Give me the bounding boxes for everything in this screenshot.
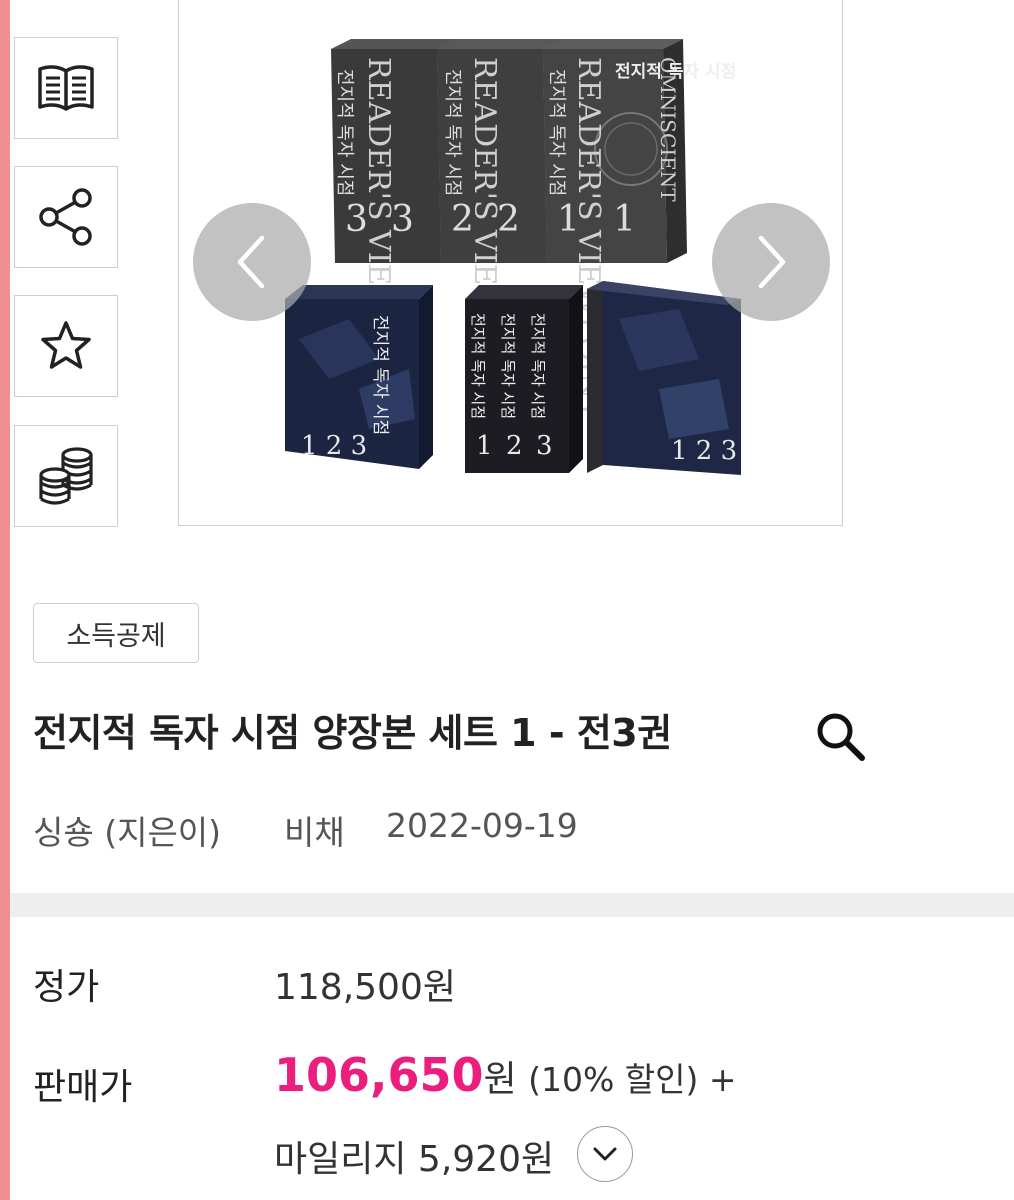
search-icon[interactable] <box>812 708 870 766</box>
svg-text:전지적 독자 시점: 전지적 독자 시점 <box>469 313 487 419</box>
svg-text:1 2 3: 1 2 3 <box>301 431 367 461</box>
left-edge-bar <box>0 0 10 1200</box>
svg-text:2: 2 <box>506 431 523 461</box>
book-preview-button[interactable] <box>14 37 118 139</box>
sale-price-amount: 106,650 <box>274 1048 484 1102</box>
chevron-down-icon <box>593 1147 617 1161</box>
product-title: 전지적 독자 시점 양장본 세트 1 - 전3권 <box>33 711 672 755</box>
gallery-prev-button[interactable] <box>193 203 311 321</box>
mileage-text: 마일리지 5,920원 <box>274 1139 555 1180</box>
sale-price-row: 106,650원 (10% 할인) + <box>274 1048 737 1102</box>
svg-text:전지적 독자 시점: 전지적 독자 시점 <box>370 315 390 435</box>
sale-price-unit: 원 <box>483 1059 517 1100</box>
svg-text:전지적 독자 시점: 전지적 독자 시점 <box>499 313 517 419</box>
svg-text:전지적 독자 시점: 전지적 독자 시점 <box>615 62 736 82</box>
publish-date: 2022-09-19 <box>386 806 578 845</box>
mileage-expand-button[interactable] <box>577 1126 633 1182</box>
sale-price-label: 판매가 <box>33 1067 133 1108</box>
income-deduction-badge: 소득공제 <box>33 603 199 663</box>
star-icon <box>41 321 91 369</box>
book-preview-icon <box>38 65 94 111</box>
svg-text:전지적 독자 시점: 전지적 독자 시점 <box>442 69 463 196</box>
section-divider <box>10 893 1014 917</box>
chevron-left-icon <box>237 235 265 289</box>
coins-button[interactable] <box>14 425 118 527</box>
list-price-label: 정가 <box>33 967 100 1008</box>
author-link[interactable]: 싱숑 (지은이) <box>33 806 221 854</box>
svg-text:전지적 독자 시점: 전지적 독자 시점 <box>546 69 567 196</box>
svg-text:3: 3 <box>536 431 553 461</box>
gallery-next-button[interactable] <box>712 203 830 321</box>
svg-text:전지적 독자 시점: 전지적 독자 시점 <box>529 313 547 419</box>
wishlist-button[interactable] <box>14 295 118 397</box>
svg-text:1: 1 <box>476 431 493 461</box>
share-button[interactable] <box>14 166 118 268</box>
share-icon <box>39 188 92 246</box>
chevron-right-icon <box>758 235 786 289</box>
svg-text:1: 1 <box>613 199 636 240</box>
coins-icon <box>39 447 93 505</box>
list-price-value: 118,500원 <box>274 967 456 1008</box>
publisher-link[interactable]: 비채 <box>284 806 345 854</box>
svg-text:전지적 독자 시점: 전지적 독자 시점 <box>334 69 355 196</box>
discount-text: (10% 할인) + <box>528 1060 737 1099</box>
svg-text:1 2 3: 1 2 3 <box>671 436 737 466</box>
product-image-viewer[interactable]: 3 3 2 2 1 1 READER'S VIEWPOINT READER'S … <box>178 0 843 526</box>
